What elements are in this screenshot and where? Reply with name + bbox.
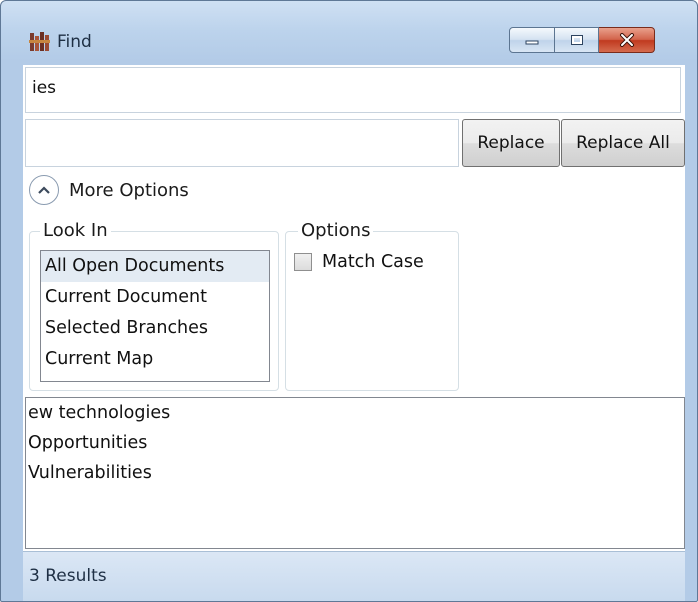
replace-field[interactable] [25, 119, 632, 167]
match-case-option[interactable]: Match Case [294, 252, 424, 272]
look-in-listbox[interactable]: All Open Documents Current Document Sele… [40, 250, 270, 382]
look-in-item[interactable]: All Open Documents [41, 251, 269, 282]
results-count: 3 Results [29, 566, 107, 586]
minimize-button[interactable] [509, 27, 555, 53]
options-legend: Options [298, 220, 374, 242]
match-case-checkbox[interactable] [294, 253, 312, 271]
result-item[interactable]: ew technologies [26, 398, 684, 428]
results-list[interactable]: ew technologies Opportunities Vulnerabil… [25, 397, 685, 549]
match-case-label: Match Case [322, 252, 424, 272]
close-icon [619, 33, 634, 47]
find-input[interactable] [32, 78, 632, 98]
maximize-icon [570, 35, 583, 45]
look-in-group: Look In All Open Documents Current Docum… [29, 220, 279, 391]
look-in-item[interactable]: Current Document [41, 282, 269, 313]
more-options-label: More Options [69, 179, 189, 201]
window-controls [509, 27, 655, 55]
look-in-item[interactable]: Selected Branches [41, 313, 269, 344]
replace-all-button[interactable]: Replace All [561, 119, 685, 167]
close-button[interactable] [599, 27, 655, 53]
replace-button[interactable]: Replace [462, 119, 560, 167]
title-bar[interactable]: Find [1, 1, 697, 59]
minimize-icon [525, 40, 539, 45]
look-in-item[interactable]: Current Map [41, 344, 269, 375]
status-bar: 3 Results [23, 551, 685, 601]
options-group: Options Match Case [285, 220, 459, 391]
more-options-toggle[interactable]: More Options [29, 173, 189, 207]
chevron-up-icon[interactable] [29, 175, 59, 205]
maximize-button[interactable] [555, 27, 599, 53]
find-field[interactable] [25, 67, 681, 113]
window-title: Find [57, 32, 92, 52]
look-in-legend: Look In [40, 220, 111, 242]
result-item[interactable]: Opportunities [26, 428, 684, 458]
result-item[interactable]: Vulnerabilities [26, 458, 684, 488]
find-app-icon [29, 31, 51, 53]
find-window: Find Replace Replace All More Options Lo… [0, 0, 698, 602]
